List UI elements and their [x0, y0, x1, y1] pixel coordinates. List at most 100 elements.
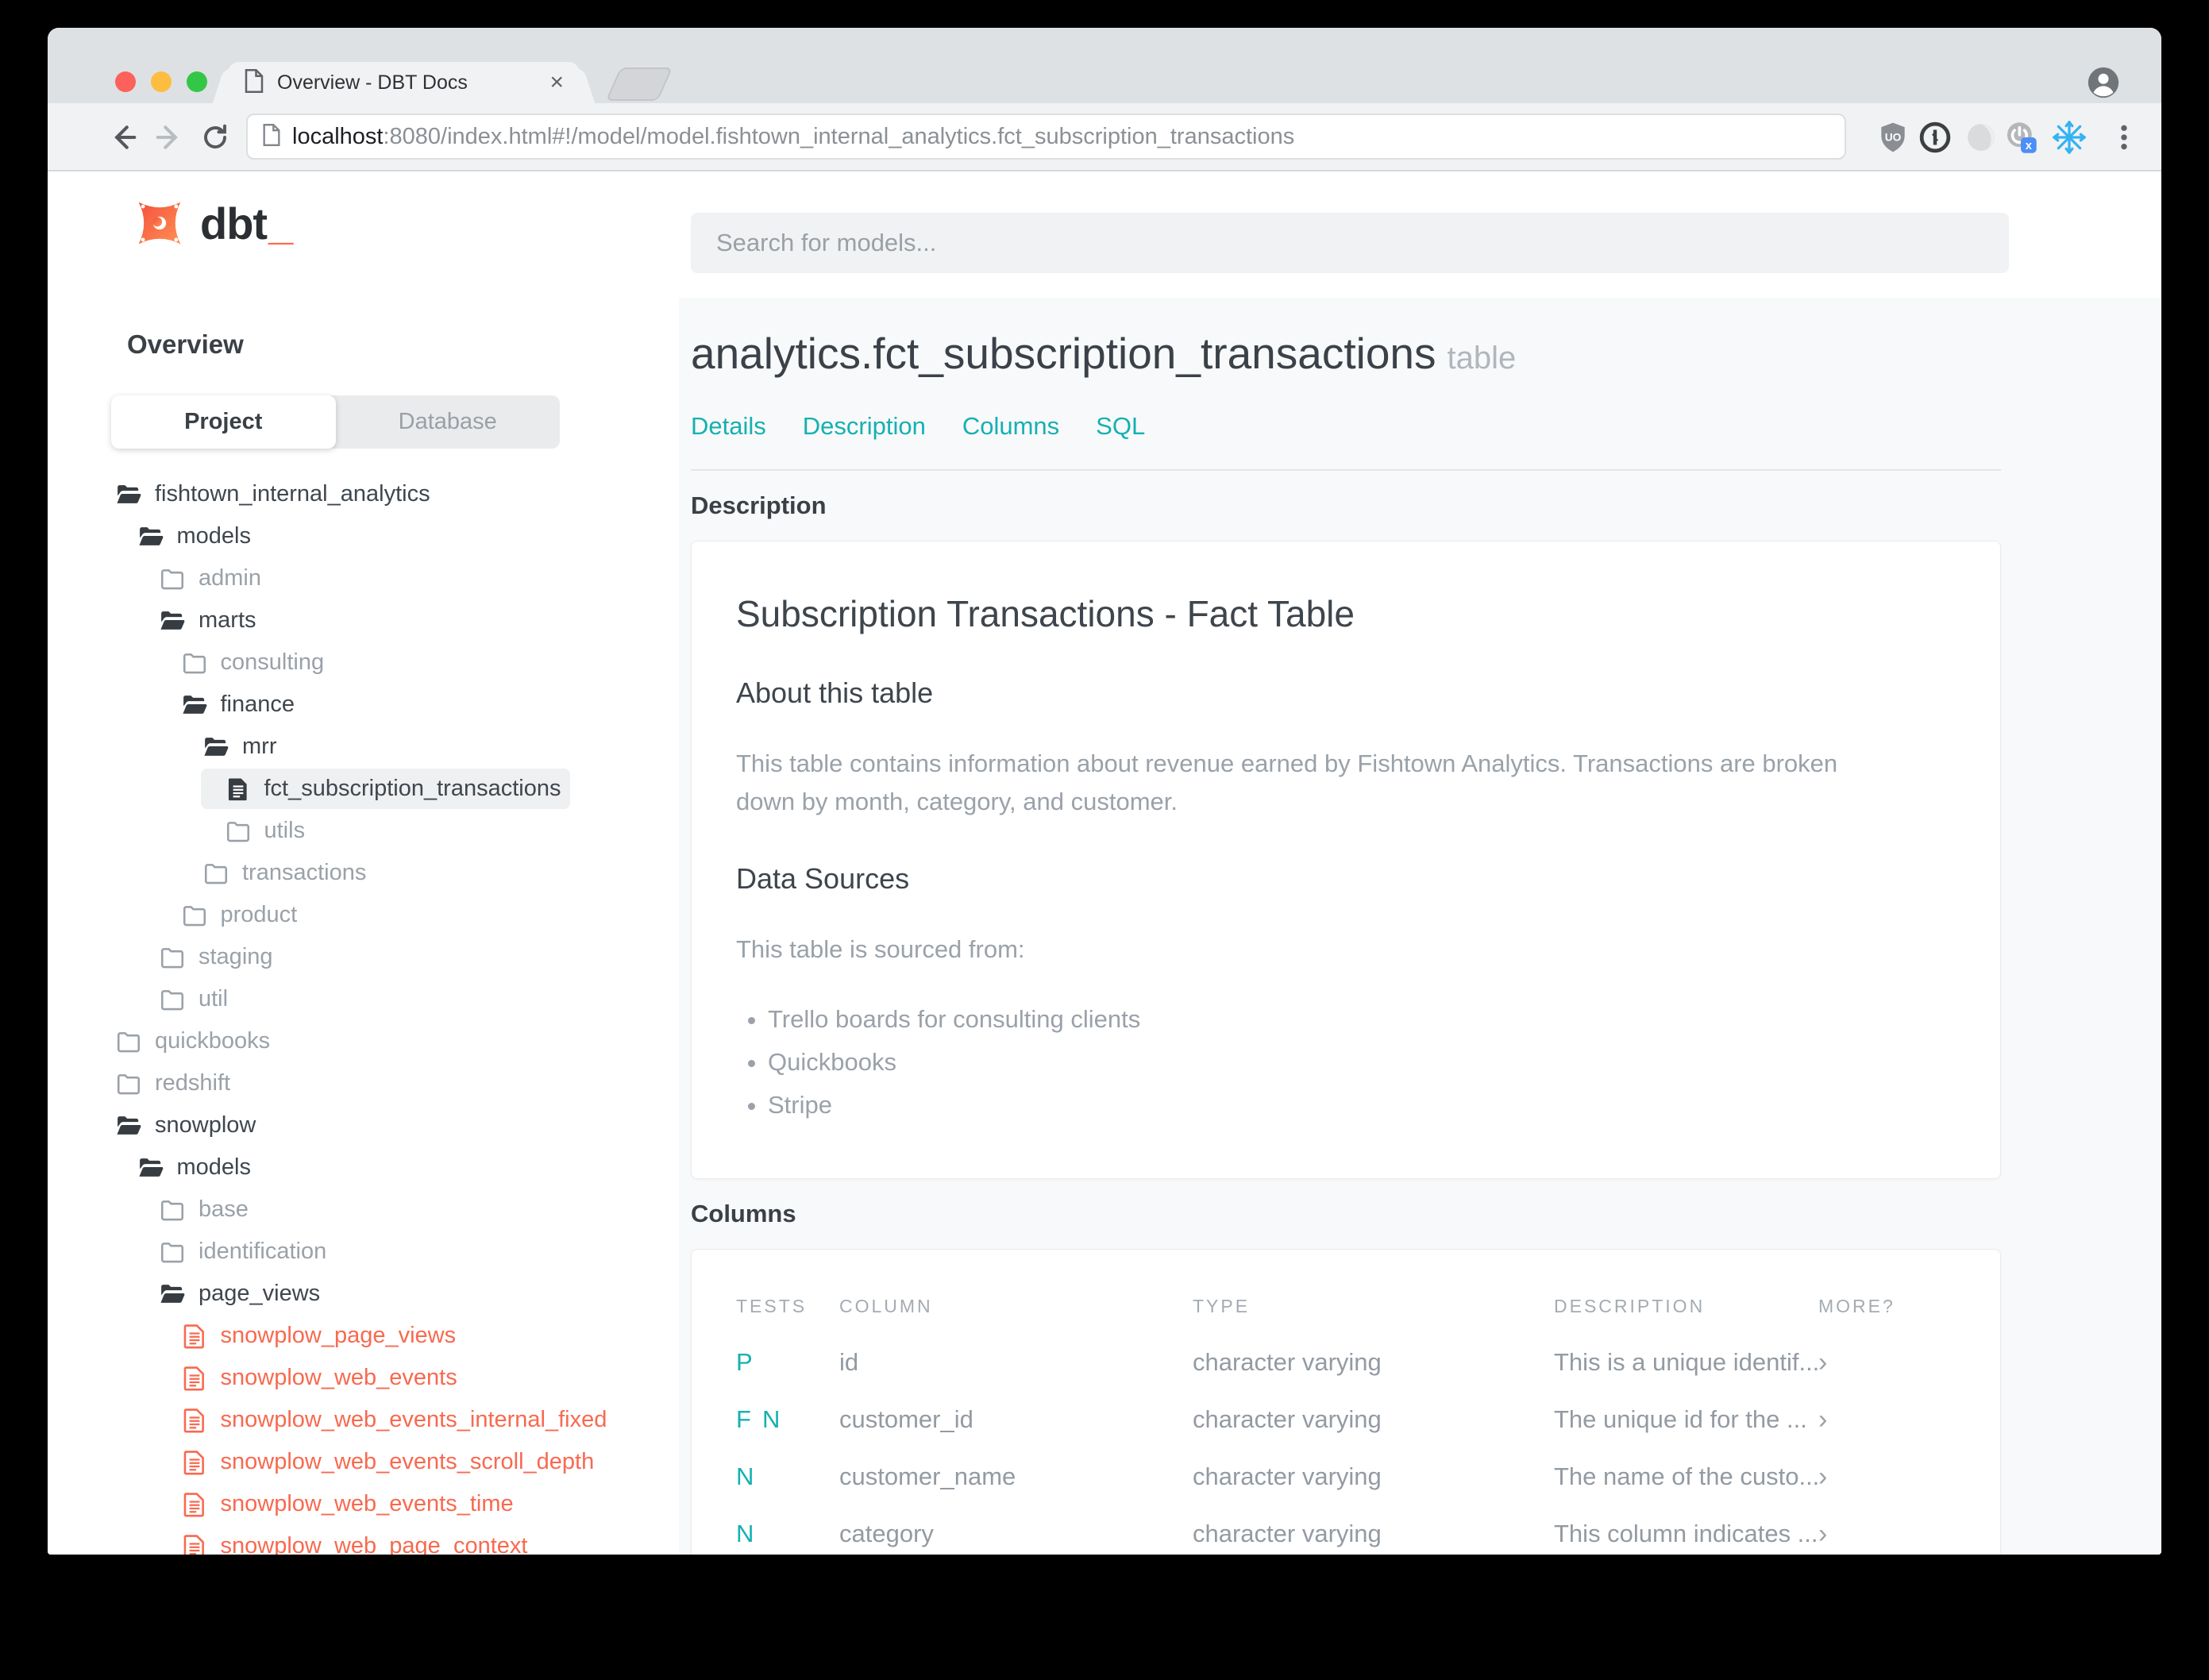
- tree-item-label: transactions: [242, 860, 367, 885]
- browser-tab[interactable]: Overview - DBT Docs ×: [228, 62, 580, 103]
- column-header-description: DESCRIPTION: [1554, 1295, 1706, 1316]
- tree-item-label: snowplow_page_views: [220, 1323, 457, 1348]
- about-heading: About this table: [736, 676, 934, 709]
- close-window-button[interactable]: [115, 71, 136, 92]
- sources-intro: This table is sourced from:: [736, 935, 1025, 964]
- tree-item-snowplow_web_events[interactable]: snowplow_web_events: [48, 1357, 679, 1399]
- sidebar-title: Overview: [127, 329, 244, 359]
- tree-item-label: page_views: [199, 1281, 321, 1306]
- tree-item-snowplow_web_events_internal_fixed[interactable]: snowplow_web_events_internal_fixed: [48, 1399, 679, 1441]
- zoom-window-button[interactable]: [187, 71, 207, 92]
- reload-button[interactable]: [197, 119, 233, 156]
- nav-link-columns[interactable]: Columns: [962, 412, 1059, 441]
- tree-item-page_views[interactable]: page_views: [48, 1273, 679, 1315]
- 1password-icon[interactable]: [1917, 119, 1953, 156]
- tree-item-label: snowplow: [155, 1112, 256, 1138]
- row-expand-button[interactable]: ›: [1818, 1391, 1957, 1448]
- nav-link-sql[interactable]: SQL: [1096, 412, 1145, 441]
- cell-column-name: id: [839, 1348, 859, 1377]
- source-item: Stripe: [768, 1091, 1956, 1119]
- column-header-more: MORE?: [1818, 1295, 1895, 1316]
- tree-item-label: redshift: [155, 1070, 231, 1096]
- tree-item-label: consulting: [220, 649, 325, 675]
- tree-item-models[interactable]: models: [48, 1146, 679, 1189]
- folder-closed-icon: [181, 902, 208, 929]
- tree-item-snowplow_web_events_time[interactable]: snowplow_web_events_time: [48, 1483, 679, 1525]
- tree-item-util[interactable]: util: [48, 978, 679, 1020]
- onetab-icon[interactable]: [1963, 119, 1999, 156]
- tree-item-product[interactable]: product: [48, 894, 679, 936]
- tree-item-quickbooks[interactable]: quickbooks: [48, 1020, 679, 1062]
- sources-heading: Data Sources: [736, 862, 910, 896]
- page-icon: [244, 68, 264, 97]
- ublock-origin-icon[interactable]: UO: [1875, 119, 1911, 156]
- insecure-page-icon[interactable]: [262, 123, 281, 150]
- folder-open-icon: [115, 1112, 142, 1139]
- cell-description: The name of the custo...: [1554, 1462, 1818, 1491]
- minimize-window-button[interactable]: [151, 71, 172, 92]
- forward-button[interactable]: [151, 119, 187, 156]
- tree-item-transactions[interactable]: transactions: [48, 852, 679, 894]
- columns-card: TESTS COLUMN TYPE DESCRIPTION MORE? Pid charac…: [691, 1249, 2001, 1555]
- file-red-icon: [181, 1491, 208, 1518]
- sidebar-tab-project[interactable]: Project: [111, 395, 336, 449]
- tree-item-base[interactable]: base: [48, 1189, 679, 1231]
- chevron-right-icon: ›: [1818, 1347, 1828, 1378]
- cell-column-name: customer_name: [839, 1462, 1016, 1491]
- cell-description: This is a unique identif...: [1554, 1348, 1818, 1377]
- back-button[interactable]: [105, 119, 141, 156]
- test-badge-n: N: [761, 1405, 781, 1434]
- folder-closed-icon: [159, 944, 186, 971]
- folder-closed-icon: [159, 986, 186, 1013]
- tab-close-icon[interactable]: ×: [549, 71, 564, 94]
- tree-item-snowplow_web_events_scroll_depth[interactable]: snowplow_web_events_scroll_depth: [48, 1441, 679, 1483]
- tree-item-consulting[interactable]: consulting: [48, 642, 679, 684]
- chevron-right-icon: ›: [1818, 1461, 1828, 1492]
- tree-item-utils[interactable]: utils: [48, 810, 679, 852]
- dbt-logo[interactable]: dbt _: [133, 197, 293, 249]
- description-card: Subscription Transactions - Fact Table A…: [691, 541, 2001, 1180]
- tree-item-snowplow_web_page_context[interactable]: snowplow_web_page_context: [48, 1525, 679, 1555]
- source-item: Trello boards for consulting clients: [768, 1005, 1956, 1034]
- snowflake-icon[interactable]: [2051, 119, 2088, 156]
- url-bar[interactable]: localhost:8080/index.html#!/model/model.…: [246, 114, 1846, 160]
- cell-type: character varying: [1193, 1520, 1382, 1548]
- folder-open-icon: [115, 481, 142, 508]
- tree-item-label: snowplow_web_events_time: [220, 1491, 514, 1516]
- tree-item-label: staging: [199, 944, 273, 969]
- tree-item-finance[interactable]: finance: [48, 684, 679, 726]
- browser-toolbar: localhost:8080/index.html#!/model/model.…: [48, 103, 2161, 171]
- browser-menu-icon[interactable]: [2106, 119, 2142, 156]
- tree-item-snowplow_page_views[interactable]: snowplow_page_views: [48, 1315, 679, 1357]
- tree-item-mrr[interactable]: mrr: [48, 726, 679, 768]
- browser-window: Overview - DBT Docs × localhost:8080/ind…: [48, 28, 2161, 1555]
- search-input[interactable]: [691, 213, 2009, 273]
- dbt-docs-app: dbt _ Overview ProjectDatabase fishtown_…: [48, 171, 2161, 1555]
- row-expand-button[interactable]: ›: [1818, 1334, 1957, 1391]
- row-expand-button[interactable]: ›: [1818, 1505, 1957, 1555]
- tree-item-fishtown_internal_analytics[interactable]: fishtown_internal_analytics: [48, 473, 679, 515]
- nav-link-description[interactable]: Description: [803, 412, 926, 441]
- new-tab-button[interactable]: [605, 67, 673, 101]
- tree-item-marts[interactable]: marts: [48, 599, 679, 642]
- tree-item-models[interactable]: models: [48, 515, 679, 557]
- row-expand-button[interactable]: ›: [1818, 1448, 1957, 1505]
- sidebar-tab-database[interactable]: Database: [336, 395, 561, 449]
- project-database-switch: Project Database: [111, 395, 560, 449]
- tree-item-fct_subscription_transactions[interactable]: fct_subscription_transactions: [48, 768, 679, 810]
- tree-item-identification[interactable]: identification: [48, 1231, 679, 1273]
- profile-avatar-icon[interactable]: [2085, 64, 2122, 101]
- file-red-icon: [181, 1533, 208, 1555]
- cell-type: character varying: [1193, 1348, 1382, 1377]
- tree-item-label: models: [176, 523, 252, 549]
- tree-item-staging[interactable]: staging: [48, 936, 679, 978]
- column-header-column: COLUMN: [839, 1295, 933, 1316]
- power-toggle-x-icon[interactable]: x: [2003, 119, 2039, 156]
- url-text: localhost:8080/index.html#!/model/model.…: [292, 124, 1294, 150]
- tree-item-label: base: [199, 1196, 249, 1222]
- tree-item-admin[interactable]: admin: [48, 557, 679, 599]
- nav-link-details[interactable]: Details: [691, 412, 766, 441]
- folder-open-icon: [181, 692, 208, 719]
- tree-item-snowplow[interactable]: snowplow: [48, 1104, 679, 1146]
- tree-item-redshift[interactable]: redshift: [48, 1062, 679, 1104]
